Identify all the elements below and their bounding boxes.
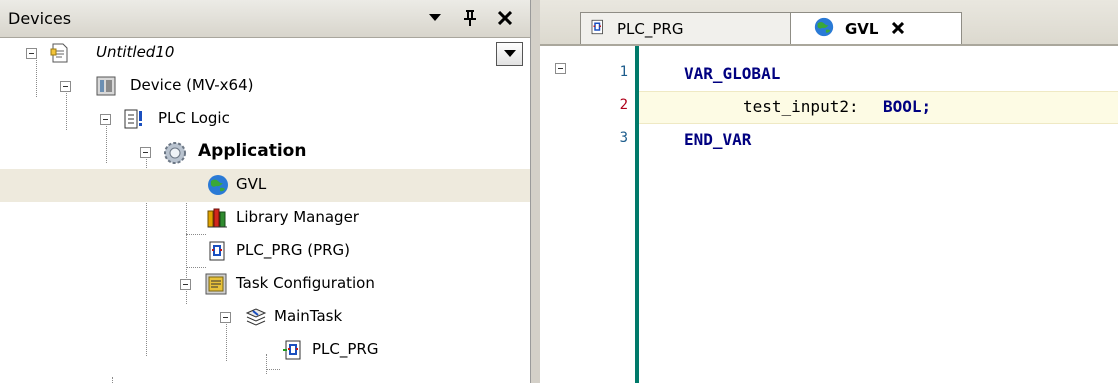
devices-title-bar: Devices bbox=[0, 0, 530, 38]
panel-menu-chevron-down-icon[interactable] bbox=[424, 7, 446, 29]
code-editor[interactable]: VAR_GLOBAL test_input2: BOOL; END_VAR bbox=[639, 46, 1118, 383]
program-icon bbox=[206, 239, 230, 263]
editor-tab-strip: PLC_PRG GVL bbox=[540, 0, 1118, 46]
globe-icon bbox=[813, 16, 835, 42]
tree-label: MainTask bbox=[274, 307, 343, 325]
line-number: 3 bbox=[619, 130, 628, 146]
collapse-icon[interactable] bbox=[100, 114, 111, 125]
tree-item-application[interactable]: Application bbox=[0, 136, 530, 169]
program-call-icon bbox=[282, 338, 306, 362]
code-keyword: END_VAR bbox=[684, 130, 752, 149]
plc-logic-icon bbox=[122, 107, 146, 131]
tree-label: Library Manager bbox=[236, 208, 359, 226]
tree-connector bbox=[112, 377, 113, 383]
collapse-icon[interactable] bbox=[220, 312, 231, 323]
tree-item-library-manager[interactable]: Library Manager bbox=[0, 202, 530, 235]
program-icon bbox=[589, 18, 607, 40]
tree-label: PLC_PRG bbox=[312, 340, 379, 358]
code-line[interactable]: END_VAR bbox=[639, 124, 1118, 157]
line-number: 1 bbox=[619, 64, 628, 80]
task-layers-icon bbox=[244, 305, 268, 329]
collapse-icon[interactable] bbox=[140, 147, 151, 158]
tree-item-plc-prg[interactable]: PLC_PRG (PRG) bbox=[0, 235, 530, 268]
project-file-icon bbox=[48, 41, 72, 65]
tree-item-project[interactable]: Untitled10 bbox=[0, 37, 530, 70]
device-tree: Untitled10 Device (MV-x64) PLC Logic App… bbox=[0, 37, 530, 383]
device-icon bbox=[94, 74, 118, 98]
collapse-icon[interactable] bbox=[180, 279, 191, 290]
task-configuration-icon bbox=[204, 272, 228, 296]
tree-label: Untitled10 bbox=[96, 43, 175, 61]
library-books-icon bbox=[206, 206, 230, 230]
tree-label: Application bbox=[198, 141, 307, 161]
tab-gvl[interactable]: GVL bbox=[790, 12, 962, 44]
tree-label: Device (MV-x64) bbox=[130, 76, 254, 94]
tree-item-plc-logic[interactable]: PLC Logic bbox=[0, 103, 530, 136]
pin-icon[interactable] bbox=[459, 7, 481, 29]
tree-item-main-task-prg[interactable]: PLC_PRG bbox=[0, 334, 530, 367]
project-dropdown-chevron-down-icon[interactable] bbox=[496, 42, 523, 66]
tree-connector bbox=[266, 369, 280, 370]
code-keyword: BOOL; bbox=[883, 97, 932, 116]
line-number: 2 bbox=[619, 97, 628, 113]
devices-panel: Devices Untitled10 Device (MV-x64) PLC L… bbox=[0, 0, 531, 383]
tab-plc-prg[interactable]: PLC_PRG bbox=[580, 12, 802, 44]
tree-item-main-task[interactable]: MainTask bbox=[0, 301, 530, 334]
code-identifier: test_input2: bbox=[743, 97, 859, 116]
collapse-icon[interactable] bbox=[26, 48, 37, 59]
tree-item-device[interactable]: Device (MV-x64) bbox=[0, 70, 530, 103]
fold-collapse-icon[interactable] bbox=[555, 63, 566, 74]
tree-label: PLC_PRG (PRG) bbox=[236, 241, 351, 259]
tab-label: PLC_PRG bbox=[617, 19, 684, 38]
tree-label: PLC Logic bbox=[158, 109, 230, 127]
line-number-gutter: 1 2 3 bbox=[540, 46, 635, 383]
tree-label: GVL bbox=[236, 175, 267, 193]
tab-label: GVL bbox=[845, 19, 879, 38]
globe-icon bbox=[206, 173, 230, 197]
code-line-current[interactable]: test_input2: BOOL; bbox=[639, 91, 1118, 124]
close-icon[interactable] bbox=[494, 7, 516, 29]
tree-label: Task Configuration bbox=[236, 274, 375, 292]
code-keyword: VAR_GLOBAL bbox=[684, 64, 781, 83]
editor-panel: PLC_PRG GVL 1 2 3 VAR_GLOBAL test_input2… bbox=[540, 0, 1118, 383]
gear-icon bbox=[162, 140, 186, 164]
devices-title: Devices bbox=[8, 9, 72, 28]
collapse-icon[interactable] bbox=[60, 81, 71, 92]
code-line[interactable]: VAR_GLOBAL bbox=[639, 58, 1118, 91]
tree-item-gvl[interactable]: GVL bbox=[0, 169, 530, 202]
tab-close-icon[interactable] bbox=[892, 18, 905, 39]
tree-item-task-configuration[interactable]: Task Configuration bbox=[0, 268, 530, 301]
